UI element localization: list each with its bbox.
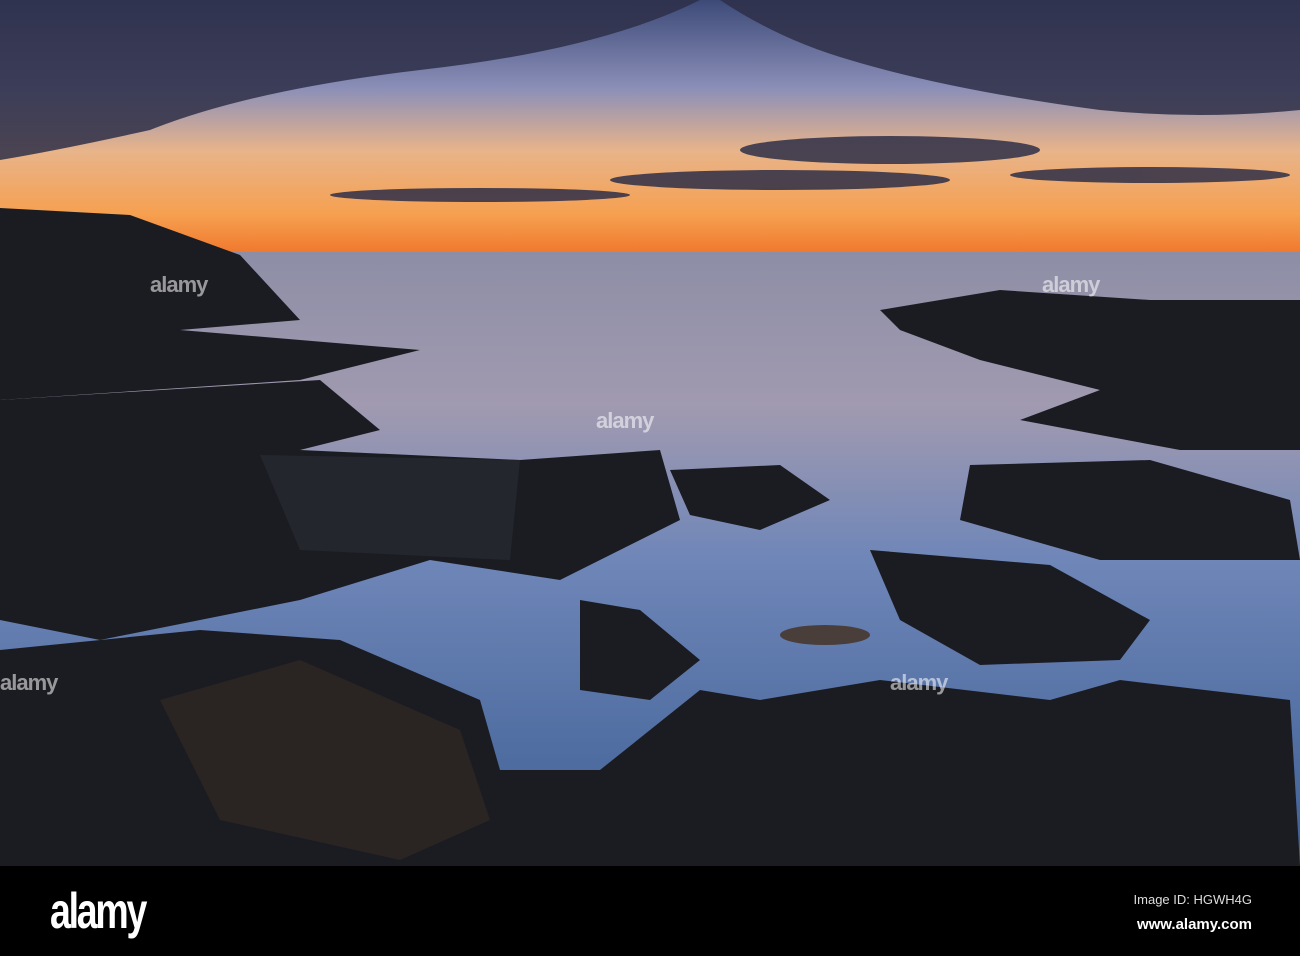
image-id: Image ID: HGWH4G xyxy=(1133,892,1252,907)
watermark: alamy xyxy=(0,670,58,695)
alamy-logo: alamy xyxy=(50,883,147,939)
site-url: www.alamy.com xyxy=(1136,916,1252,933)
footer-bar: alamy Image ID: HGWH4G www.alamy.com xyxy=(0,866,1300,956)
watermark: alamy xyxy=(596,408,654,433)
watermark: alamy xyxy=(1042,272,1100,297)
watermark: alamy xyxy=(890,670,948,695)
watermark: alamy xyxy=(150,272,208,297)
